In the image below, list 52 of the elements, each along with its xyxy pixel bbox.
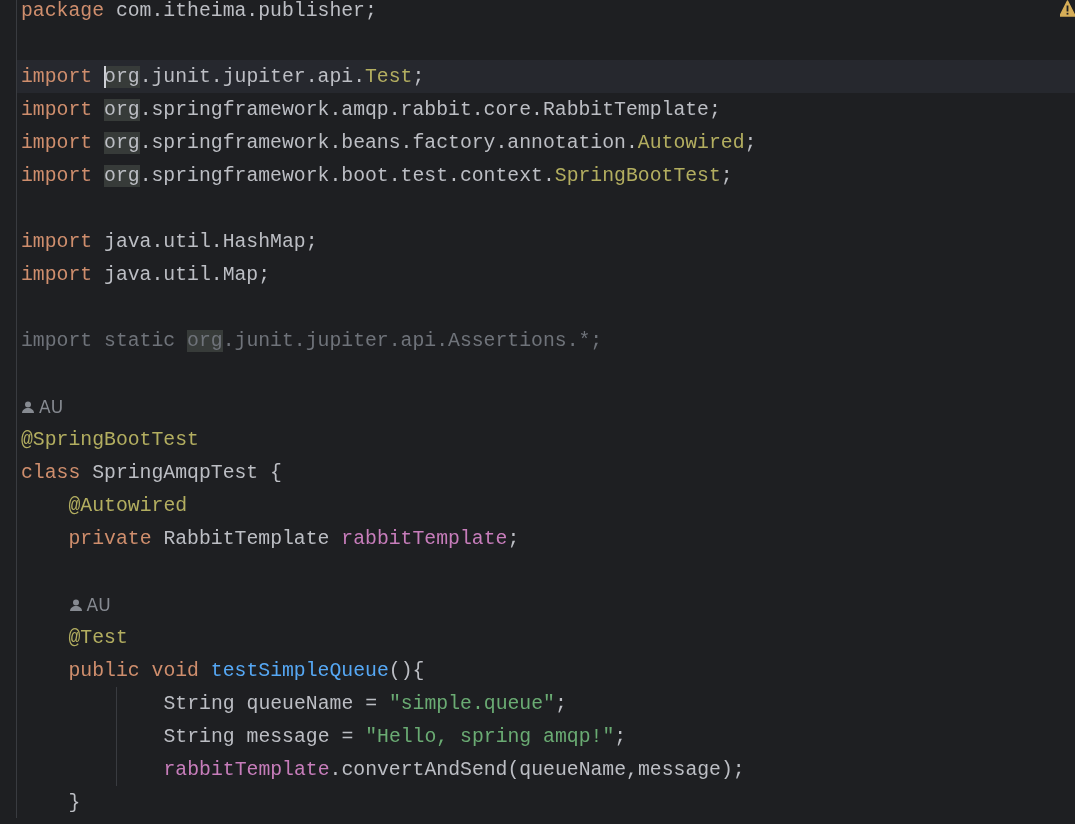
code-token: .junit.jupiter.api.Assertions.*; <box>222 329 603 352</box>
code-token: .springframework.amqp.rabbit.core.RabbitTemplate; <box>139 98 721 121</box>
code-token: import <box>21 164 94 187</box>
code-token: Autowired <box>637 131 745 154</box>
code-token: .convertAndSend(queueName,message); <box>329 758 745 781</box>
code-token: testSimpleQueue <box>210 659 389 682</box>
author-hint[interactable]: AU <box>39 396 64 417</box>
code-token: .springframework.boot.test.context. <box>139 164 555 187</box>
code-token: ; <box>720 164 733 187</box>
code-token: "Hello, spring amqp!" <box>365 725 615 748</box>
code-token: com.itheima.publisher; <box>114 0 377 22</box>
code-token: @Autowired <box>68 494 188 517</box>
code-token: class <box>21 461 81 484</box>
code-token: String queueName = <box>163 692 378 715</box>
person-icon <box>68 597 83 612</box>
code-token: rabbitTemplate <box>163 758 330 781</box>
code-token: ; <box>412 65 425 88</box>
code-token: import <box>21 230 93 253</box>
code-token: java.util.Map; <box>103 263 271 286</box>
code-token: java.util.HashMap; <box>103 230 318 253</box>
code-token: package <box>21 0 105 22</box>
code-token: RabbitTemplate <box>162 527 331 550</box>
code-token: org <box>104 98 140 121</box>
code-token: .springframework.beans.factory.annotation. <box>139 131 638 154</box>
code-token: import static <box>21 329 177 352</box>
code-token: String message = <box>163 725 355 748</box>
code-token: "simple.queue" <box>388 692 555 715</box>
code-token: } <box>68 791 81 814</box>
code-token: public void <box>68 659 200 682</box>
code-token: private <box>68 527 152 550</box>
code-token: org <box>187 329 223 352</box>
code-token: ; <box>507 527 520 550</box>
code-token: import <box>21 65 94 88</box>
code-token: import <box>21 263 93 286</box>
code-token: import <box>21 131 94 154</box>
code-token: .junit.jupiter.api. <box>139 65 365 88</box>
code-token: SpringAmqpTest { <box>91 461 282 484</box>
code-token: org <box>104 164 140 187</box>
code-token: ; <box>614 725 627 748</box>
code-token: import <box>21 98 94 121</box>
code-token: @SpringBootTest <box>21 428 199 451</box>
code-token: (){ <box>388 659 425 682</box>
code-token: SpringBootTest <box>554 164 721 187</box>
code-token: Test <box>365 65 413 88</box>
code-token: ; <box>744 131 757 154</box>
code-token: ; <box>554 692 567 715</box>
code-token: org <box>104 131 140 154</box>
author-hint[interactable]: AU <box>86 594 111 615</box>
code-token: rabbitTemplate <box>341 527 508 550</box>
code-token: @Test <box>68 626 128 649</box>
person-icon <box>21 399 35 414</box>
warning-icon[interactable] <box>1060 0 1075 17</box>
